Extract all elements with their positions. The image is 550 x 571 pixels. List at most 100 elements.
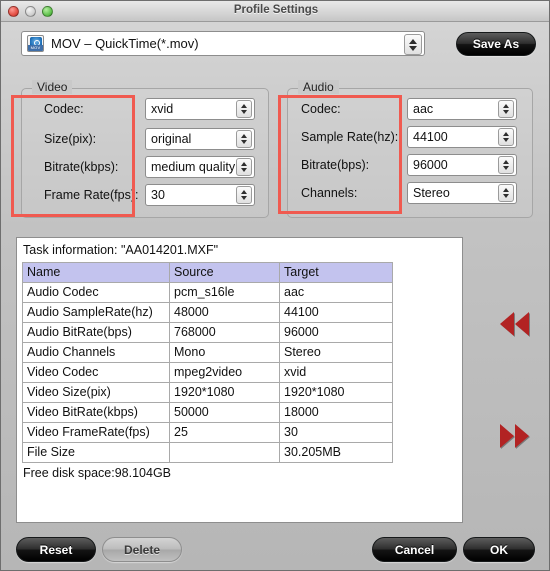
table-row[interactable]: Audio Channels Mono Stereo xyxy=(22,342,393,363)
cell-target: xvid xyxy=(279,362,393,383)
audio-channels-dropdown[interactable]: Stereo xyxy=(407,182,517,204)
task-information-title: Task information: "AA014201.MXF" xyxy=(23,243,219,257)
video-size-value: original xyxy=(151,132,192,146)
audio-bitrate-label: Bitrate(bps): xyxy=(301,158,370,172)
cell-name: Audio Codec xyxy=(22,282,170,303)
video-codec-stepper-icon[interactable] xyxy=(236,100,252,118)
profile-format-dropdown[interactable]: MOV MOV – QuickTime(*.mov) xyxy=(21,31,425,56)
cell-source: mpeg2video xyxy=(169,362,280,383)
profile-format-value: MOV – QuickTime(*.mov) xyxy=(51,36,199,51)
table-row[interactable]: Audio Codec pcm_s16le aac xyxy=(22,282,393,303)
double-right-arrow-icon[interactable] xyxy=(500,424,529,448)
table-header-row: Name Source Target xyxy=(22,262,393,283)
video-codec-dropdown[interactable]: xvid xyxy=(145,98,255,120)
mov-icon-label: MOV xyxy=(28,45,43,51)
column-header-name: Name xyxy=(22,262,170,283)
video-size-label: Size(pix): xyxy=(44,132,97,146)
cell-name: Video Codec xyxy=(22,362,170,383)
cell-target: Stereo xyxy=(279,342,393,363)
save-as-button[interactable]: Save As xyxy=(456,32,536,56)
task-information-table: Name Source Target Audio Codec pcm_s16le a… xyxy=(22,262,393,463)
table-row[interactable]: Video Size(pix) 1920*1080 1920*1080 xyxy=(22,382,393,403)
cell-name: Audio Channels xyxy=(22,342,170,363)
cell-source: pcm_s16le xyxy=(169,282,280,303)
audio-samplerate-row: Sample Rate(hz): 44100 xyxy=(288,125,532,149)
ok-button[interactable]: OK xyxy=(463,537,535,562)
video-bitrate-stepper-icon[interactable] xyxy=(236,158,252,176)
profile-dropdown-stepper-icon[interactable] xyxy=(404,34,422,55)
cell-target: 96000 xyxy=(279,322,393,343)
audio-codec-dropdown[interactable]: aac xyxy=(407,98,517,120)
free-disk-space-label: Free disk space:98.104GB xyxy=(23,466,171,480)
mov-quicktime-icon: MOV xyxy=(27,35,44,52)
video-size-dropdown[interactable]: original xyxy=(145,128,255,150)
reset-button[interactable]: Reset xyxy=(16,537,96,562)
video-framerate-label: Frame Rate(fps): xyxy=(44,188,139,202)
audio-samplerate-dropdown[interactable]: 44100 xyxy=(407,126,517,148)
video-group-label: Video xyxy=(32,80,73,94)
audio-channels-label: Channels: xyxy=(301,186,358,200)
cell-target: 1920*1080 xyxy=(279,382,393,403)
column-header-target: Target xyxy=(279,262,393,283)
audio-codec-row: Codec: aac xyxy=(288,97,532,121)
cell-target: 30.205MB xyxy=(279,442,393,463)
cell-source: Mono xyxy=(169,342,280,363)
audio-channels-stepper-icon[interactable] xyxy=(498,184,514,202)
table-row[interactable]: Video BitRate(kbps) 50000 18000 xyxy=(22,402,393,423)
cancel-button[interactable]: Cancel xyxy=(372,537,457,562)
video-framerate-row: Frame Rate(fps): 30 xyxy=(22,183,268,207)
video-settings-group: Video Codec: xvid Size(pix): original Bi… xyxy=(21,80,269,218)
profile-settings-window: Profile Settings MOV MOV – QuickTime(*.m… xyxy=(0,0,550,571)
cell-source xyxy=(169,442,280,463)
audio-channels-row: Channels: Stereo xyxy=(288,181,532,205)
audio-bitrate-stepper-icon[interactable] xyxy=(498,156,514,174)
table-row[interactable]: Video FrameRate(fps) 25 30 xyxy=(22,422,393,443)
cell-target: 44100 xyxy=(279,302,393,323)
audio-samplerate-value: 44100 xyxy=(413,130,448,144)
audio-bitrate-dropdown[interactable]: 96000 xyxy=(407,154,517,176)
audio-codec-value: aac xyxy=(413,102,434,116)
video-framerate-dropdown[interactable]: 30 xyxy=(145,184,255,206)
cell-source: 1920*1080 xyxy=(169,382,280,403)
cell-source: 50000 xyxy=(169,402,280,423)
table-row[interactable]: Audio SampleRate(hz) 48000 44100 xyxy=(22,302,393,323)
audio-bitrate-value: 96000 xyxy=(413,158,448,172)
audio-codec-stepper-icon[interactable] xyxy=(498,100,514,118)
audio-samplerate-stepper-icon[interactable] xyxy=(498,128,514,146)
video-bitrate-label: Bitrate(kbps): xyxy=(44,160,119,174)
table-row[interactable]: File Size 30.205MB xyxy=(22,442,393,463)
cell-target: 30 xyxy=(279,422,393,443)
video-bitrate-dropdown[interactable]: medium quality xyxy=(145,156,255,178)
table-row[interactable]: Video Codec mpeg2video xvid xyxy=(22,362,393,383)
video-codec-value: xvid xyxy=(151,102,174,116)
cell-name: Video Size(pix) xyxy=(22,382,170,403)
video-codec-label: Codec: xyxy=(44,102,84,116)
video-bitrate-row: Bitrate(kbps): medium quality xyxy=(22,155,268,179)
delete-button[interactable]: Delete xyxy=(102,537,182,562)
table-row[interactable]: Audio BitRate(bps) 768000 96000 xyxy=(22,322,393,343)
cell-name: Video BitRate(kbps) xyxy=(22,402,170,423)
double-left-arrow-icon[interactable] xyxy=(500,312,529,336)
cell-name: Audio SampleRate(hz) xyxy=(22,302,170,323)
cell-source: 25 xyxy=(169,422,280,443)
cell-target: aac xyxy=(279,282,393,303)
window-title: Profile Settings xyxy=(233,4,319,16)
cell-source: 768000 xyxy=(169,322,280,343)
cell-name: Video FrameRate(fps) xyxy=(22,422,170,443)
video-framerate-stepper-icon[interactable] xyxy=(236,186,252,204)
audio-samplerate-label: Sample Rate(hz): xyxy=(301,130,399,144)
audio-bitrate-row: Bitrate(bps): 96000 xyxy=(288,153,532,177)
cell-name: File Size xyxy=(22,442,170,463)
cell-source: 48000 xyxy=(169,302,280,323)
audio-channels-value: Stereo xyxy=(413,186,450,200)
audio-codec-label: Codec: xyxy=(301,102,341,116)
column-header-source: Source xyxy=(169,262,280,283)
profile-selector-row: MOV MOV – QuickTime(*.mov) Save As xyxy=(1,31,549,57)
video-framerate-value: 30 xyxy=(151,188,165,202)
task-information-panel: Task information: "AA014201.MXF" Name So… xyxy=(16,237,463,523)
cell-target: 18000 xyxy=(279,402,393,423)
video-size-stepper-icon[interactable] xyxy=(236,130,252,148)
video-size-row: Size(pix): original xyxy=(22,127,268,151)
audio-settings-group: Audio Codec: aac Sample Rate(hz): 44100 … xyxy=(287,80,533,218)
video-bitrate-value: medium quality xyxy=(151,160,236,174)
